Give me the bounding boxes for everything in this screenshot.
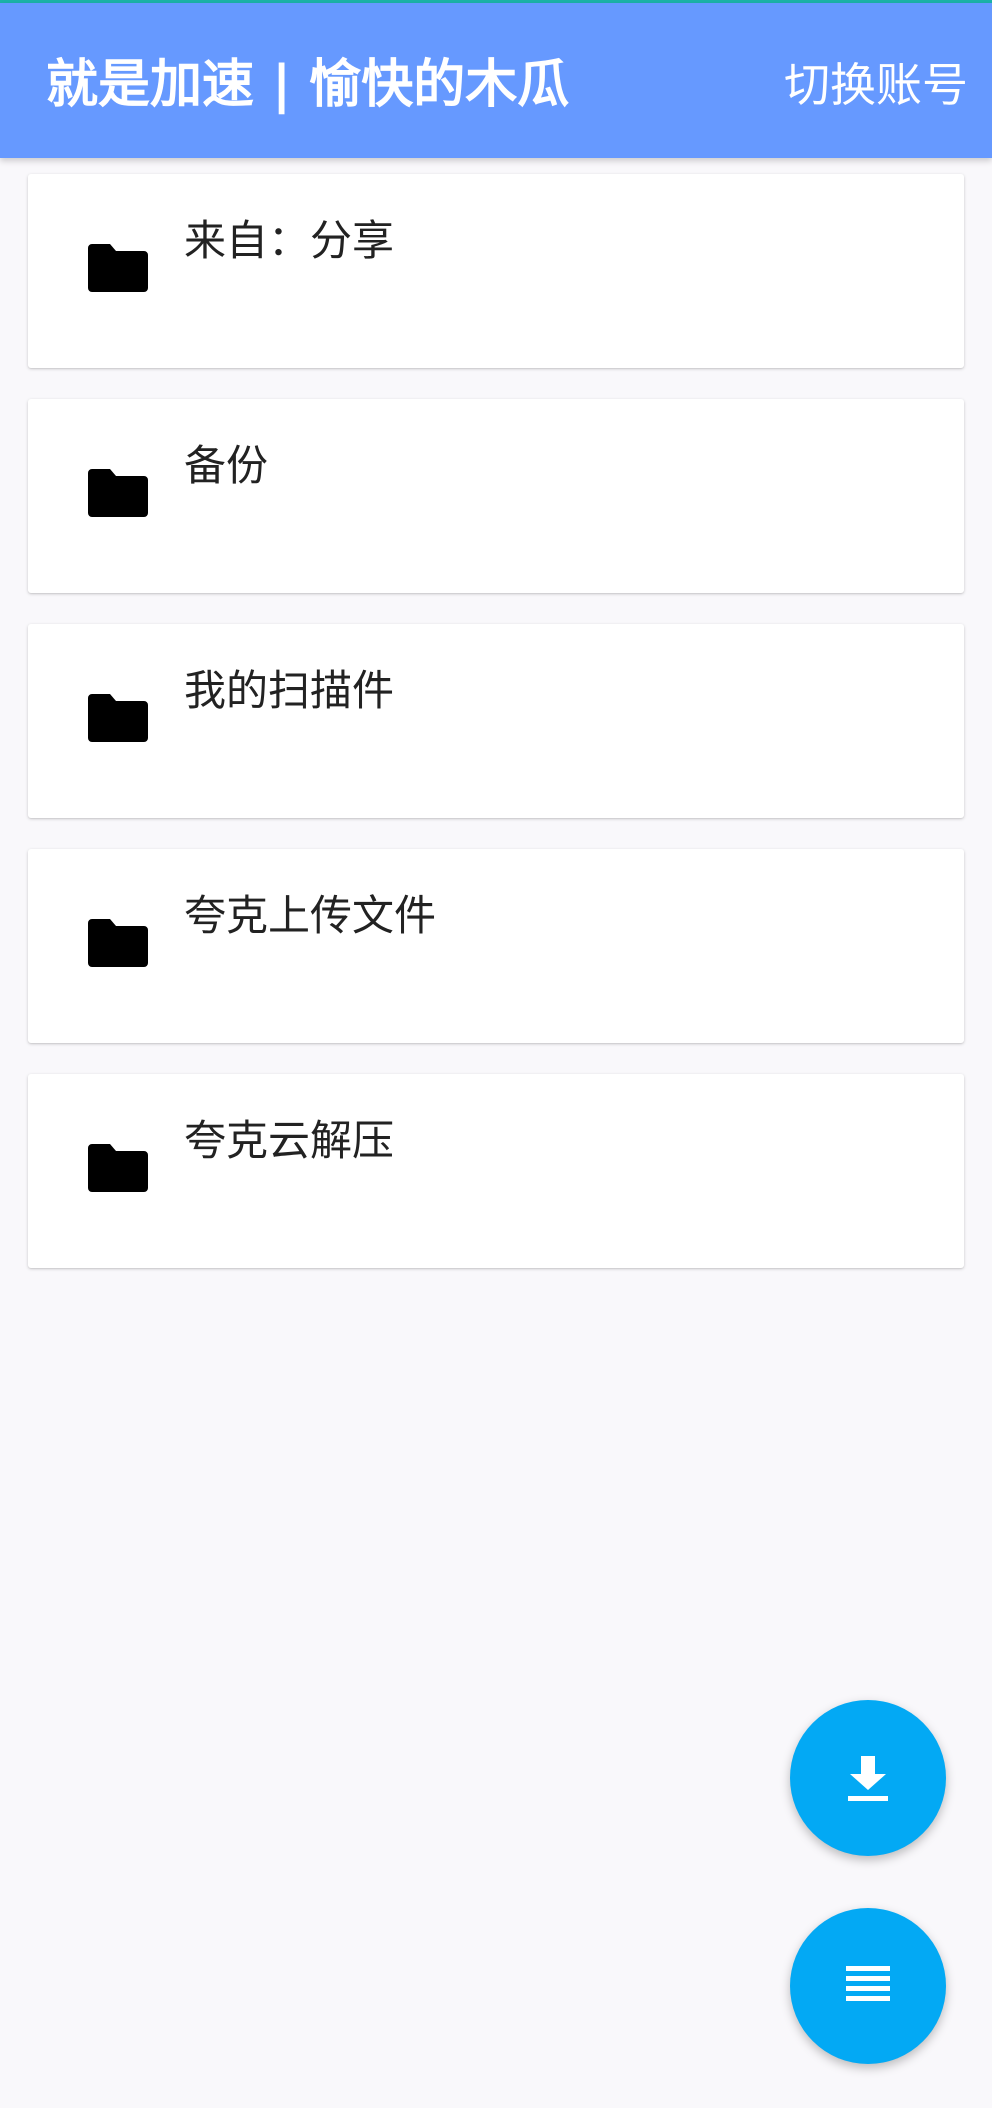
folder-item-quark-unzip[interactable]: 夸克云解压: [28, 1074, 964, 1268]
folder-name: 备份: [184, 441, 269, 490]
folder-name: 夸克云解压: [184, 1116, 395, 1165]
folder-icon: [88, 1144, 148, 1192]
folder-name: 我的扫描件: [184, 666, 395, 715]
folder-icon: [88, 469, 148, 517]
folder-name: 夸克上传文件: [184, 891, 437, 940]
app-bar: 就是加速 | 愉快的木瓜 切换账号: [0, 3, 992, 158]
menu-icon: [846, 1966, 890, 2001]
folder-list: 来自：分享 备份 我的扫描件 夸克上传文件 夸克云解压: [28, 174, 964, 1299]
folder-item-quark-uploads[interactable]: 夸克上传文件: [28, 849, 964, 1043]
folder-item-backup[interactable]: 备份: [28, 399, 964, 593]
folder-icon: [88, 244, 148, 292]
switch-account-button[interactable]: 切换账号: [784, 53, 968, 117]
folder-icon: [88, 919, 148, 967]
folder-icon: [88, 694, 148, 742]
menu-fab-button[interactable]: [790, 1908, 946, 2064]
app-title: 就是加速 | 愉快的木瓜: [46, 55, 570, 115]
folder-item-share[interactable]: 来自：分享: [28, 174, 964, 368]
folder-item-scans[interactable]: 我的扫描件: [28, 624, 964, 818]
download-icon: [848, 1756, 888, 1801]
folder-name: 来自：分享: [184, 216, 395, 265]
download-fab-button[interactable]: [790, 1700, 946, 1856]
